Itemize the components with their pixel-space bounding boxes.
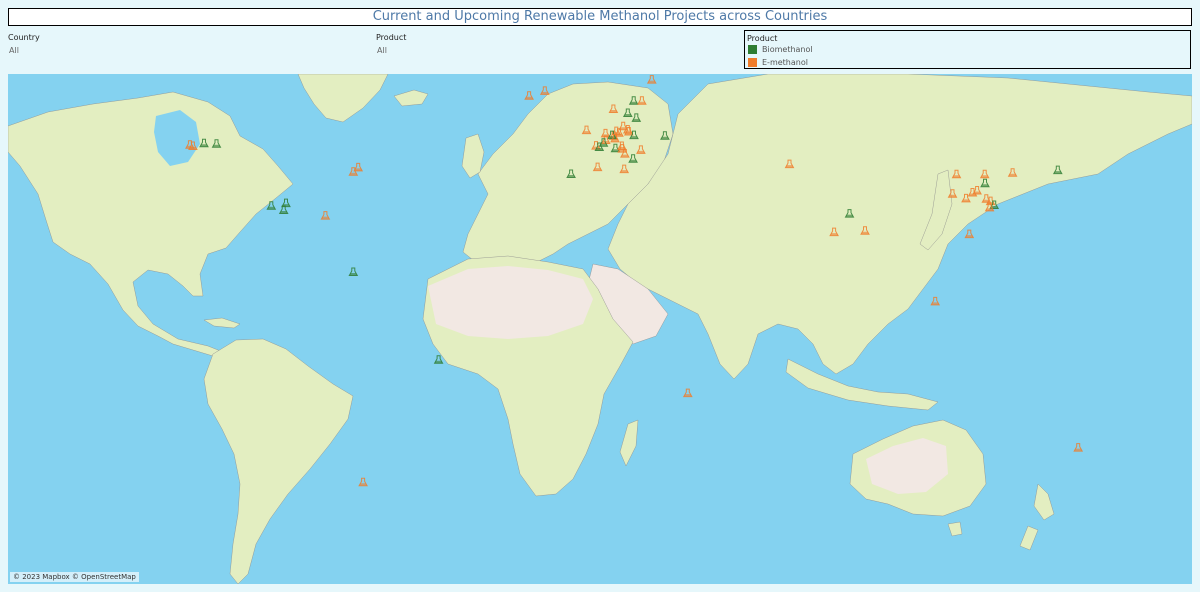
legend-swatch-biomethanol [748,45,757,54]
flask-liquid [981,175,989,178]
flask-liquid [354,168,362,171]
flask-liquid [200,144,208,147]
flask-liquid [1054,171,1062,174]
flask-liquid [624,114,632,117]
country-filter[interactable]: Country All [8,33,40,55]
product-filter-label: Product [376,33,407,42]
legend-label-biomethanol: Biomethanol [762,45,813,54]
flask-liquid [280,211,288,214]
flask-liquid [608,136,616,139]
country-filter-label: Country [8,33,40,42]
dashboard-title-box: Current and Upcoming Renewable Methanol … [8,8,1192,26]
flask-liquid [567,175,575,178]
flask-liquid [648,80,656,83]
land-sahara [428,266,593,339]
legend-swatch-e-methanol [748,58,757,67]
flask-liquid [349,273,357,276]
flask-liquid [630,136,638,139]
flask-liquid [973,191,981,194]
legend-item-biomethanol[interactable]: Biomethanol [748,45,813,54]
flask-liquid [1074,448,1082,451]
dashboard-title: Current and Upcoming Renewable Methanol … [372,9,828,24]
flask-liquid [952,175,961,178]
product-legend: Product Biomethanol E-methanol [744,30,1191,69]
flask-liquid [267,206,275,209]
flask-liquid [611,139,619,142]
flask-liquid [212,144,221,147]
flask-liquid [621,154,629,157]
flask-liquid [861,231,869,234]
flask-liquid [785,165,794,168]
map-attribution[interactable]: © 2023 Mapbox © OpenStreetMap [10,572,139,582]
flask-liquid [582,131,591,134]
flask-liquid [638,101,646,104]
legend-item-e-methanol[interactable]: E-methanol [748,58,808,67]
flask-liquid [1009,173,1017,176]
flask-liquid [609,110,617,113]
flask-liquid [948,194,957,197]
flask-liquid [830,233,838,236]
flask-liquid [625,132,633,135]
flask-liquid [435,360,443,363]
flask-liquid [931,302,939,305]
flask-liquid [359,483,367,486]
flask-liquid [620,170,628,173]
flask-liquid [189,147,197,150]
flask-liquid [630,101,638,104]
flask-liquid [986,208,994,211]
flask-liquid [629,159,637,162]
country-filter-value[interactable]: All [8,46,40,55]
flask-liquid [541,91,549,95]
flask-liquid [962,199,970,202]
legend-label-e-methanol: E-methanol [762,58,808,67]
legend-title: Product [747,34,778,43]
product-filter-value[interactable]: All [376,46,406,55]
flask-liquid [981,184,989,187]
flask-liquid [637,150,645,154]
flask-liquid [594,168,602,171]
product-filter[interactable]: Product All [376,33,406,55]
world-map[interactable]: © 2023 Mapbox © OpenStreetMap [8,74,1192,584]
flask-liquid [321,216,329,219]
map-canvas[interactable] [8,74,1192,584]
flask-liquid [525,96,533,99]
flask-liquid [349,172,357,175]
flask-liquid [632,118,640,122]
flask-liquid [595,148,603,151]
flask-liquid [845,214,854,217]
flask-liquid [965,235,973,238]
flask-liquid [661,136,669,139]
flask-liquid [684,394,692,397]
